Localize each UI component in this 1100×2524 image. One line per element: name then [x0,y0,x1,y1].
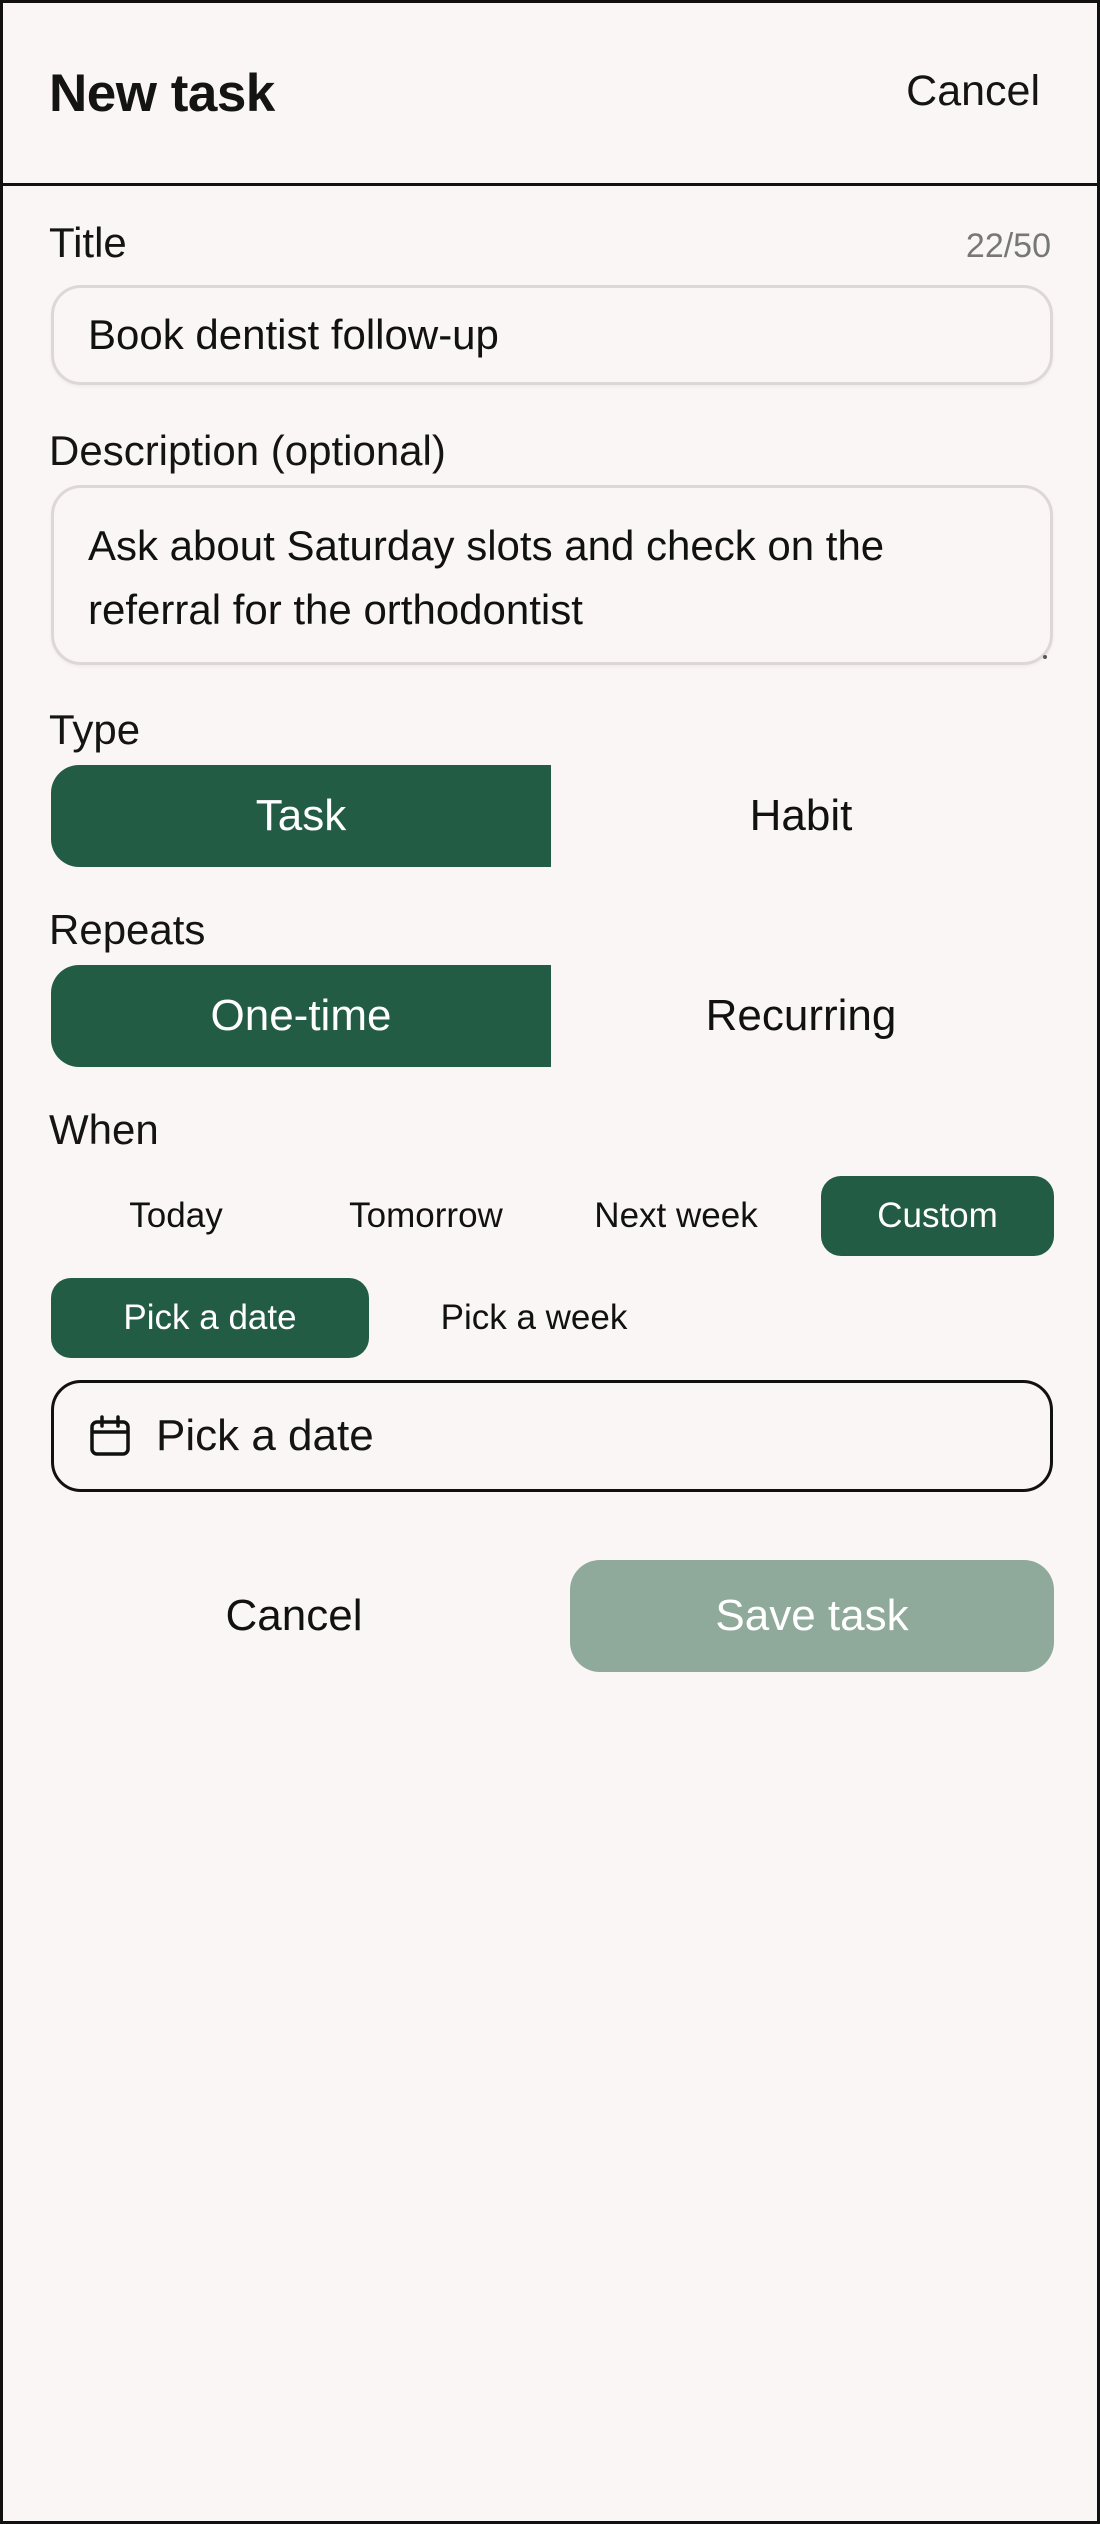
when-label: When [49,1106,159,1153]
date-picker-placeholder: Pick a date [156,1411,374,1460]
page-title: New task [49,64,275,123]
type-option-task[interactable]: Task [51,765,551,867]
description-value: Ask about Saturday slots and check on th… [88,522,885,633]
custom-mode-options: Pick a date Pick a week [51,1278,693,1358]
calendar-icon [88,1414,132,1458]
description-textarea[interactable]: Ask about Saturday slots and check on th… [51,485,1053,665]
custom-mode-pick-date[interactable]: Pick a date [51,1278,369,1358]
type-segmented-control: Task Habit [51,765,1053,867]
repeats-option-recurring[interactable]: Recurring [551,965,1051,1067]
date-picker-field[interactable]: Pick a date [51,1380,1053,1492]
title-input[interactable]: Book dentist follow-up [51,285,1053,385]
when-option-tomorrow[interactable]: Tomorrow [301,1176,551,1256]
when-option-today[interactable]: Today [51,1176,301,1256]
repeats-segmented-control: One-time Recurring [51,965,1053,1067]
new-task-screen: New task Cancel Title 22/50 Book dentist… [0,0,1100,2524]
when-options: Today Tomorrow Next week Custom [51,1176,1054,1256]
title-label: Title [49,219,127,266]
repeats-option-one-time[interactable]: One-time [51,965,551,1067]
save-task-button[interactable]: Save task [570,1560,1054,1672]
header: New task Cancel [3,3,1097,186]
repeats-label: Repeats [49,906,206,953]
when-option-next-week[interactable]: Next week [551,1176,801,1256]
description-label: Description (optional) [49,427,446,474]
title-input-value: Book dentist follow-up [88,311,499,358]
type-option-habit[interactable]: Habit [551,765,1051,867]
type-label: Type [49,706,141,753]
custom-mode-pick-week[interactable]: Pick a week [375,1278,693,1358]
title-char-counter: 22/50 [965,227,1051,265]
resize-handle[interactable] [1043,655,1047,659]
when-option-custom[interactable]: Custom [821,1176,1054,1256]
cancel-button[interactable]: Cancel [51,1560,537,1672]
header-cancel-button[interactable]: Cancel [906,67,1040,116]
